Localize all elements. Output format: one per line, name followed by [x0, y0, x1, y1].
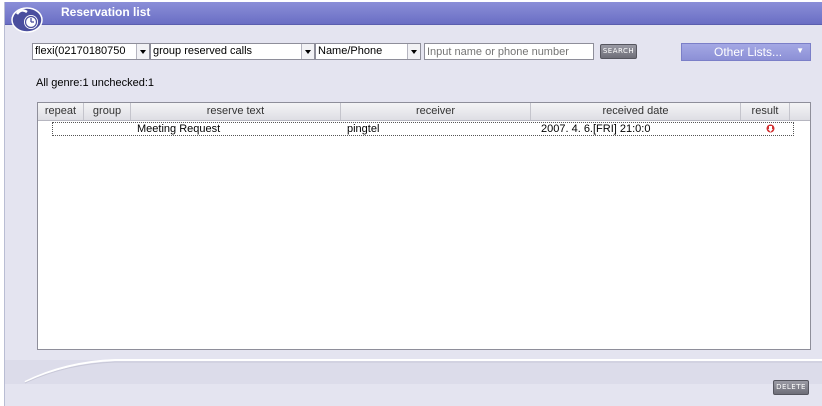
search-field-select-value: Name/Phone: [318, 45, 383, 57]
column-header-group[interactable]: group: [84, 103, 131, 120]
cell-received-date: 2007. 4. 6.[FRI] 21:0:0: [541, 123, 651, 135]
chevron-down-icon[interactable]: [407, 44, 420, 59]
chevron-down-icon[interactable]: [301, 44, 314, 59]
clock-phone-icon: [11, 7, 43, 33]
reservation-table: repeat group reserve text receiver recei…: [37, 102, 811, 350]
footer-swoosh: [5, 359, 822, 384]
account-select-value: flexi(02170180750: [35, 45, 126, 57]
search-input[interactable]: [424, 43, 594, 60]
status-text: All genre:1 unchecked:1: [36, 77, 155, 89]
cell-reserve-text: Meeting Request: [137, 123, 221, 135]
window-title: Reservation list: [61, 5, 151, 19]
alert-icon: [766, 124, 775, 133]
delete-button[interactable]: DELETE: [773, 380, 809, 395]
chevron-down-icon: ▼: [796, 46, 804, 55]
call-type-select[interactable]: group reserved calls: [150, 43, 315, 60]
column-header-receiver[interactable]: receiver: [341, 103, 531, 120]
column-header-repeat[interactable]: repeat: [38, 103, 84, 120]
reservation-window: Reservation list : flexi(02170180750 gro…: [4, 2, 822, 406]
other-lists-label: Other Lists...: [714, 45, 783, 59]
column-header-result[interactable]: result: [741, 103, 790, 120]
account-select[interactable]: flexi(02170180750: [32, 43, 150, 60]
search-button[interactable]: SEARCH: [600, 44, 637, 59]
title-bar: Reservation list :: [5, 2, 822, 25]
chevron-down-icon[interactable]: [136, 44, 149, 59]
column-header-reserve-text[interactable]: reserve text: [131, 103, 341, 120]
table-header: repeat group reserve text receiver recei…: [38, 103, 810, 121]
table-row[interactable]: Meeting Request pingtel 2007. 4. 6.[FRI]…: [52, 122, 794, 136]
search-field-select[interactable]: Name/Phone: [315, 43, 421, 60]
cell-receiver: pingtel: [347, 123, 380, 135]
column-header-received-date[interactable]: received date: [531, 103, 741, 120]
other-lists-button[interactable]: Other Lists... ▼: [681, 43, 811, 61]
call-type-select-value: group reserved calls: [153, 45, 253, 57]
